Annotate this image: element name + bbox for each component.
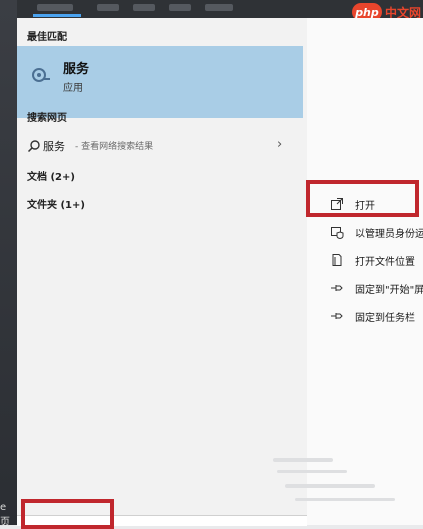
open-action-highlight (306, 180, 419, 217)
tab-apps[interactable] (97, 4, 119, 11)
best-match-header: 最佳匹配 (27, 32, 67, 43)
web-search-header: 搜索网页 (27, 113, 67, 124)
best-match-title: 服务 (63, 62, 90, 77)
action-open-file-location-label: 打开文件位置 (355, 257, 415, 268)
active-tab-indicator (33, 14, 81, 17)
pin-icon (331, 313, 343, 319)
search-icon (27, 140, 40, 153)
faint-mark (285, 484, 375, 488)
action-run-as-admin[interactable]: 以管理员身份运 (307, 220, 423, 244)
file-location-icon (332, 254, 342, 266)
web-search-item[interactable]: 服务 - 查看网络搜索结果 › (17, 134, 303, 158)
pin-icon (331, 285, 343, 291)
tab-documents[interactable] (133, 4, 155, 11)
action-pin-to-start[interactable]: 固定到"开始"屏 (307, 276, 423, 300)
faint-mark (277, 470, 347, 473)
tab-web[interactable] (169, 4, 191, 11)
action-run-as-admin-label: 以管理员身份运 (355, 229, 423, 240)
search-results-panel: 最佳匹配 服务 应用 搜索网页 服务 - 查看网络搜索结果 › 文档 (2+) … (17, 18, 307, 515)
faint-mark (273, 458, 333, 462)
admin-shield-icon (331, 227, 344, 239)
action-open-file-location[interactable]: 打开文件位置 (307, 248, 423, 272)
folders-category[interactable]: 文件夹 (1+) (27, 196, 85, 211)
action-pin-to-start-label: 固定到"开始"屏 (355, 285, 423, 296)
web-search-query: 服务 (43, 140, 65, 153)
action-pin-to-taskbar-label: 固定到任务栏 (355, 313, 415, 324)
web-search-hint: - 查看网络搜索结果 (75, 142, 154, 152)
taskbar-edge: e 页 (0, 0, 17, 528)
action-pin-to-taskbar[interactable]: 固定到任务栏 (307, 304, 423, 328)
tab-all[interactable] (37, 4, 73, 11)
chevron-right-icon[interactable]: › (277, 137, 282, 152)
tab-more[interactable] (205, 4, 233, 11)
documents-category[interactable]: 文档 (2+) (27, 168, 75, 183)
best-match-item[interactable]: 服务 应用 (17, 46, 303, 118)
services-gear-icon (32, 68, 50, 82)
faint-mark (295, 498, 395, 501)
best-match-subtitle: 应用 (63, 83, 83, 94)
taskbar-cropped-text: e 页 (0, 502, 10, 528)
detail-panel: 打开 以管理员身份运 打开文件位置 固定到"开始"屏 固定到任务栏 (273, 18, 423, 525)
